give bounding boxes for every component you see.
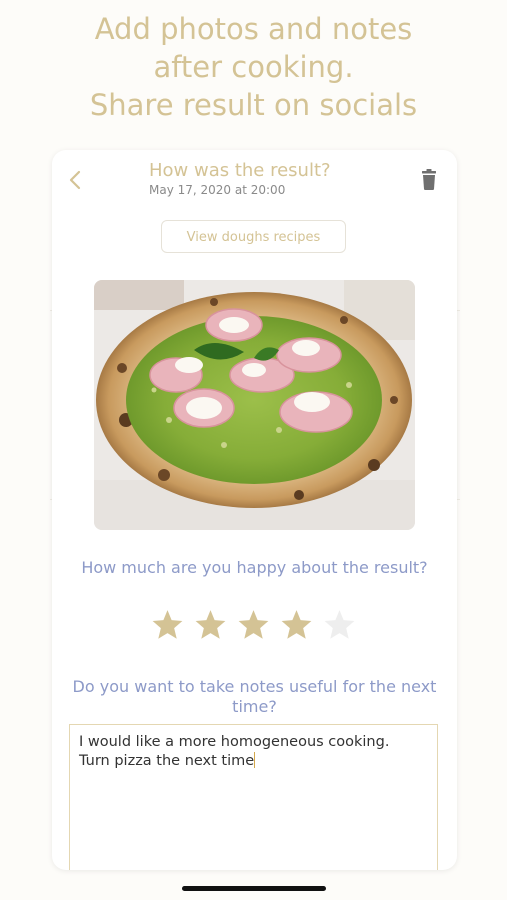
star-4-icon[interactable] — [279, 608, 314, 642]
star-2-icon[interactable] — [193, 608, 228, 642]
delete-button[interactable] — [418, 168, 440, 192]
home-indicator[interactable] — [182, 886, 326, 891]
star-5-icon[interactable] — [322, 608, 357, 642]
result-date: May 17, 2020 at 20:00 — [149, 183, 286, 197]
page-title: How was the result? — [149, 160, 331, 181]
text-caret — [254, 752, 256, 768]
notes-textarea[interactable]: I would like a more homogeneous cooking.… — [69, 724, 438, 870]
notes-line-1: I would like a more homogeneous cooking. — [79, 734, 390, 750]
rating-question: How much are you happy about the result? — [81, 558, 428, 577]
star-3-icon[interactable] — [236, 608, 271, 642]
notes-line-2: Turn pizza the next time — [79, 752, 256, 769]
notes-question: Do you want to take notes useful for the… — [72, 677, 437, 716]
pizza-photo — [94, 280, 415, 530]
trash-icon — [422, 169, 436, 190]
promo-line-2: after cooking. — [153, 50, 354, 84]
rating-stars — [150, 608, 360, 644]
view-doughs-recipes-button[interactable]: View doughs recipes — [161, 220, 346, 253]
promo-headline: Add photos and notes after cooking. Shar… — [0, 10, 507, 124]
promo-line-1: Add photos and notes — [94, 12, 413, 46]
back-button[interactable] — [64, 168, 88, 192]
star-1-icon[interactable] — [150, 608, 185, 642]
result-card: How was the result? May 17, 2020 at 20:0… — [52, 150, 457, 870]
promo-line-3: Share result on socials — [89, 88, 418, 122]
chevron-left-icon — [69, 170, 81, 190]
result-photo[interactable] — [94, 280, 415, 530]
